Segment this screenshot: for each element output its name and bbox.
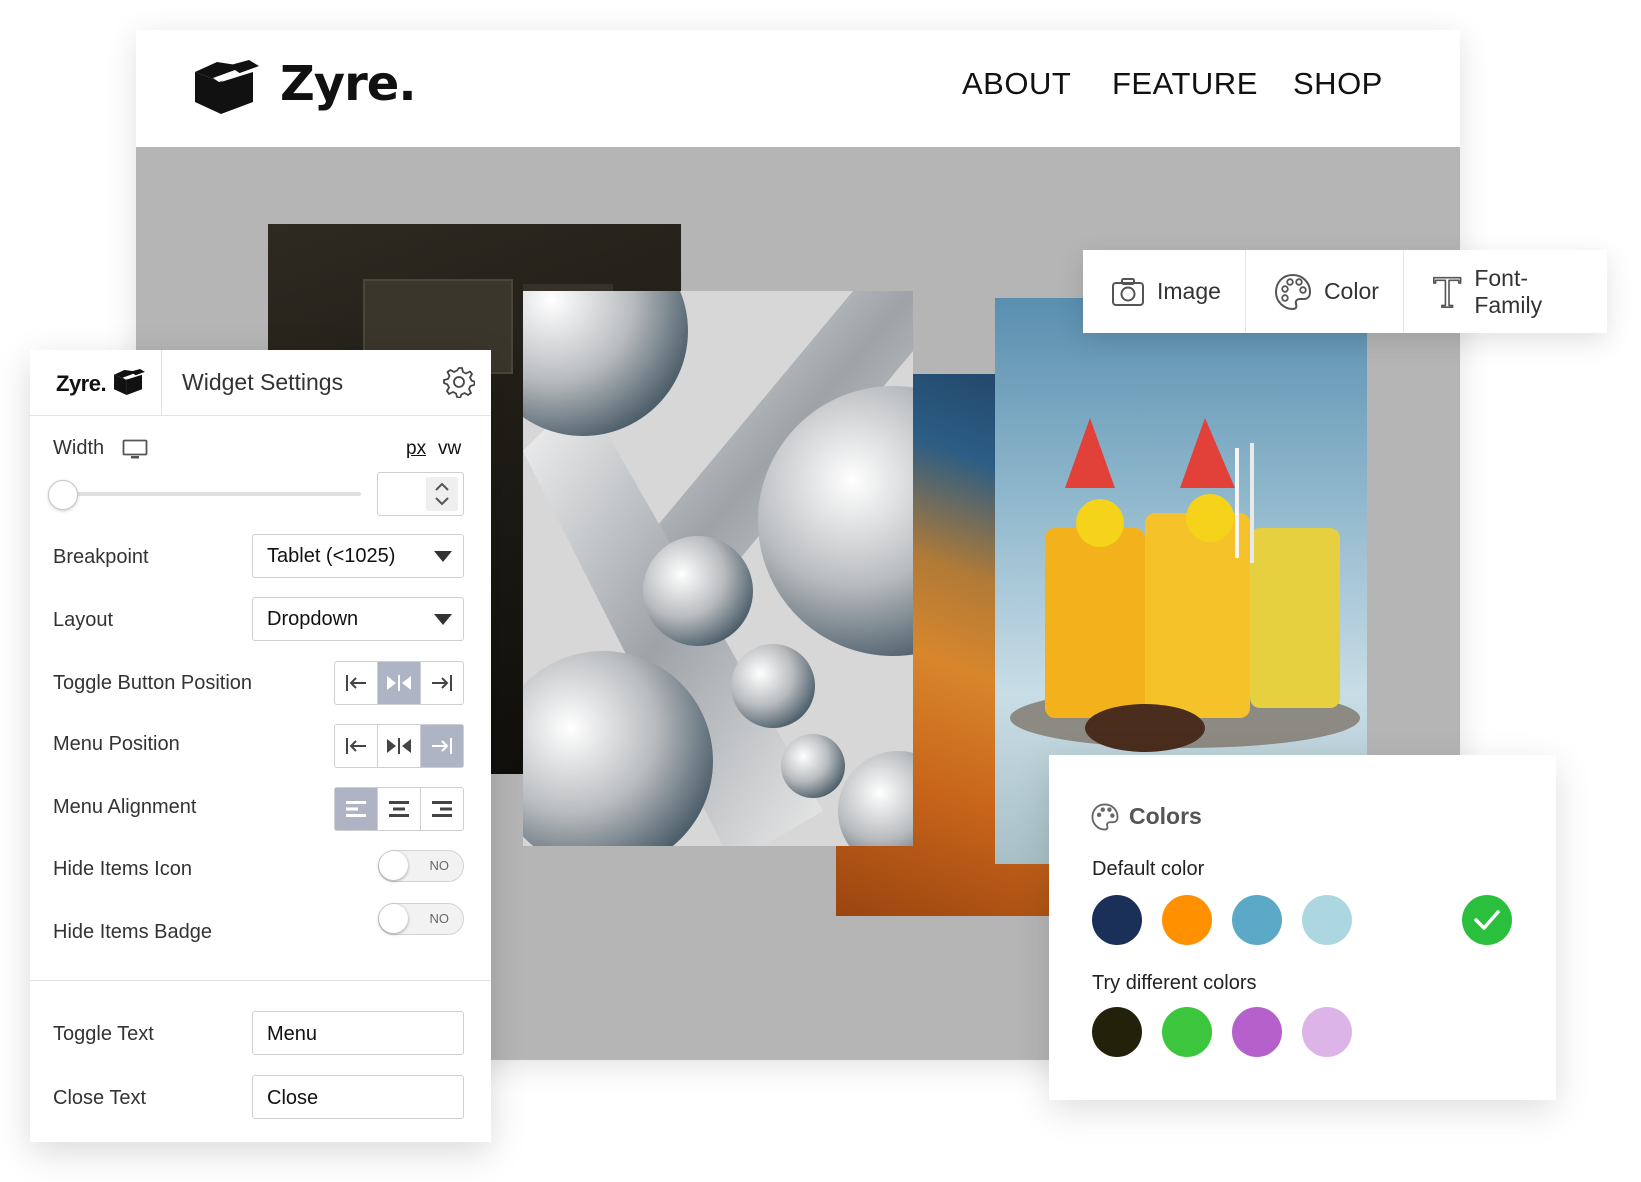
try-swatch-4[interactable] (1302, 1007, 1352, 1057)
menu-alignment-group (334, 787, 464, 831)
try-swatch-1[interactable] (1092, 1007, 1142, 1057)
toolbar-image-button[interactable]: Image (1083, 250, 1246, 333)
width-stepper[interactable] (426, 477, 458, 511)
gear-icon[interactable] (443, 366, 475, 398)
section-divider (30, 980, 491, 981)
breakpoint-value: Tablet (<1025) (267, 545, 396, 567)
hide-items-badge-label: Hide Items Badge (53, 921, 212, 943)
breakpoint-select[interactable]: Tablet (<1025) (252, 534, 464, 578)
widget-title: Widget Settings (182, 369, 344, 395)
colors-panel: Colors Default color Try different color… (1049, 755, 1556, 1100)
box-logo-icon (113, 368, 145, 396)
caret-down-icon (434, 551, 452, 562)
align-right-button[interactable] (421, 788, 463, 830)
position-center-button[interactable] (378, 662, 421, 704)
nav-link-about[interactable]: ABOUT (962, 66, 1071, 102)
unit-vw-option[interactable]: vw (438, 438, 461, 460)
toggle-text-label: Toggle Text (53, 1023, 154, 1045)
align-center-icon (387, 675, 411, 691)
toggle-text-value: Menu (267, 1023, 318, 1045)
width-number-input[interactable] (377, 472, 464, 516)
align-start-icon (346, 675, 366, 691)
align-center-button[interactable] (378, 788, 421, 830)
media-toolbar: Image Color Font-Family (1083, 250, 1607, 333)
palette-icon (1091, 803, 1119, 831)
toolbar-font-family-button[interactable]: Font-Family (1404, 250, 1607, 333)
camera-icon (1112, 277, 1144, 306)
widget-brand: Zyre. (56, 368, 146, 397)
close-text-input[interactable]: Close (252, 1075, 464, 1119)
align-end-icon (432, 738, 452, 754)
toggle-text-input[interactable]: Menu (252, 1011, 464, 1055)
width-label: Width (53, 437, 105, 459)
align-end-icon (432, 675, 452, 691)
breakpoint-label: Breakpoint (53, 546, 149, 568)
toolbar-color-button[interactable]: Color (1246, 250, 1404, 333)
default-color-label: Default color (1092, 858, 1205, 880)
width-slider-handle[interactable] (48, 480, 78, 510)
site-logo-text[interactable]: Zyre. (280, 56, 417, 112)
text-align-left-icon (346, 801, 366, 817)
toggle-button-position-label: Toggle Button Position (53, 672, 253, 694)
menu-position-right-button[interactable] (421, 725, 463, 767)
menu-position-left-button[interactable] (335, 725, 378, 767)
colors-title: Colors (1129, 803, 1202, 829)
widget-header: Zyre. Widget Settings (30, 350, 491, 416)
photo-abstract-spheres (523, 291, 913, 846)
close-text-label: Close Text (53, 1087, 147, 1109)
default-swatch-4[interactable] (1302, 895, 1352, 945)
layout-label: Layout (53, 609, 114, 631)
default-swatch-2[interactable] (1162, 895, 1212, 945)
position-right-button[interactable] (421, 662, 463, 704)
toolbar-image-label: Image (1157, 278, 1221, 304)
width-slider-track[interactable] (66, 492, 361, 496)
try-swatch-2[interactable] (1162, 1007, 1212, 1057)
header-divider (161, 350, 162, 416)
unit-px-option[interactable]: px (406, 438, 426, 460)
menu-alignment-label: Menu Alignment (53, 796, 197, 818)
selected-check-icon[interactable] (1462, 895, 1512, 945)
caret-down-icon (434, 614, 452, 625)
text-icon (1432, 276, 1462, 308)
hide-items-badge-toggle[interactable]: NO (378, 903, 464, 935)
nav-link-shop[interactable]: SHOP (1293, 66, 1383, 102)
stepper-arrows-icon (435, 482, 449, 506)
hide-items-icon-state: NO (429, 858, 450, 873)
default-swatch-3[interactable] (1232, 895, 1282, 945)
hide-items-icon-label: Hide Items Icon (53, 858, 192, 880)
align-start-icon (346, 738, 366, 754)
text-align-center-icon (389, 801, 409, 817)
default-swatch-1[interactable] (1092, 895, 1142, 945)
toolbar-color-label: Color (1323, 278, 1379, 304)
desktop-icon[interactable] (122, 439, 148, 461)
nav-link-feature[interactable]: FEATURE (1112, 66, 1258, 102)
layout-select[interactable]: Dropdown (252, 597, 464, 641)
align-left-button[interactable] (335, 788, 378, 830)
hide-items-icon-toggle[interactable]: NO (378, 850, 464, 882)
toolbar-font-family-label: Font-Family (1474, 264, 1543, 318)
menu-position-label: Menu Position (53, 733, 180, 755)
site-header: Zyre. ABOUT FEATURE SHOP (136, 30, 1460, 147)
try-colors-label: Try different colors (1092, 972, 1257, 994)
toggle-button-position-group (334, 661, 464, 705)
box-logo-icon (195, 60, 259, 114)
layout-value: Dropdown (267, 608, 359, 630)
hide-items-badge-state: NO (429, 911, 450, 926)
align-center-icon (387, 738, 411, 754)
close-text-value: Close (267, 1087, 319, 1109)
widget-brand-text: Zyre. (56, 371, 107, 396)
menu-position-center-button[interactable] (378, 725, 421, 767)
menu-position-group (334, 724, 464, 768)
try-swatch-3[interactable] (1232, 1007, 1282, 1057)
text-align-right-icon (432, 801, 452, 817)
position-left-button[interactable] (335, 662, 378, 704)
palette-icon (1274, 273, 1311, 310)
widget-settings-panel: Zyre. Widget Settings Width px vw Breakp… (30, 350, 491, 1142)
